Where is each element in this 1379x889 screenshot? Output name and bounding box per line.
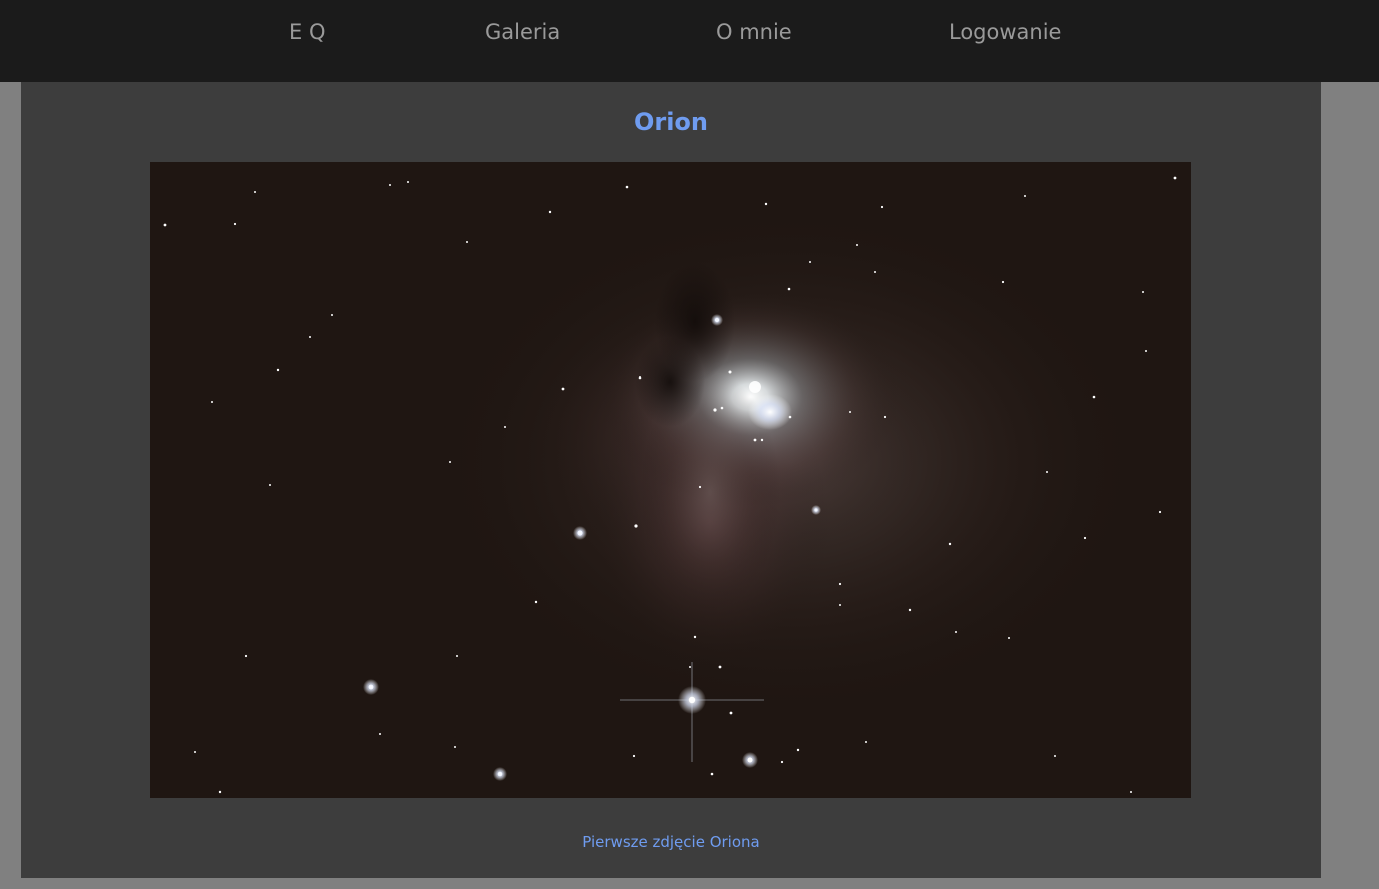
nav-link-eq[interactable]: E Q: [289, 20, 325, 44]
nebula-image: [150, 162, 1191, 798]
nav-link-gallery[interactable]: Galeria: [485, 20, 560, 44]
content-panel: Orion Pierwsze zdjęcie Oriona: [21, 82, 1321, 878]
nav-link-login[interactable]: Logowanie: [949, 20, 1061, 44]
photo-caption-link[interactable]: Pierwsze zdjęcie Oriona: [21, 833, 1321, 851]
nav-link-about[interactable]: O mnie: [716, 20, 792, 44]
orion-nebula-photo[interactable]: [150, 162, 1191, 798]
top-navigation-bar: E Q Galeria O mnie Logowanie: [0, 0, 1379, 82]
page-title: Orion: [633, 108, 709, 136]
